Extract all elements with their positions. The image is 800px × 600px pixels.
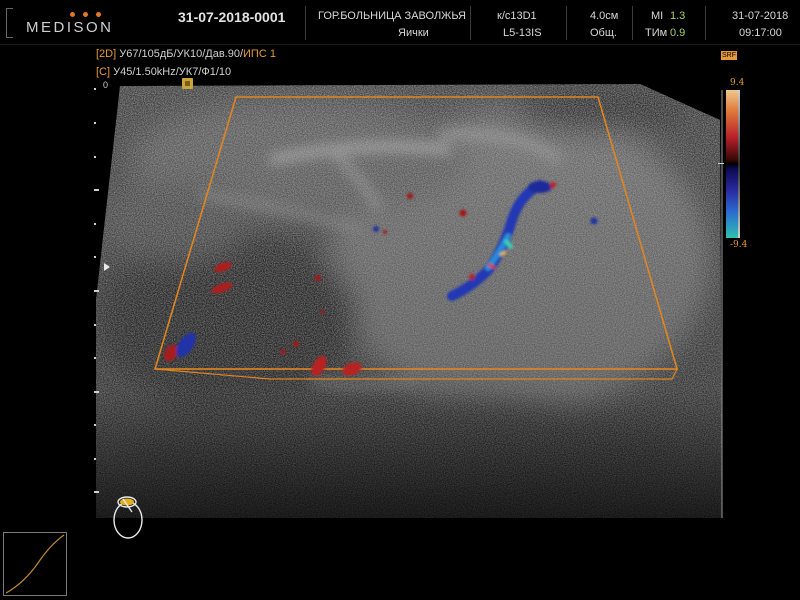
flow-spot-red: [550, 182, 556, 188]
ultrasound-screen: MEDISON 31-07-2018-0001 ГОР.БОЛЬНИЦА ЗАВ…: [0, 0, 800, 600]
color-velocity-scale: SRF 9.4 -9.4: [718, 50, 778, 250]
flow-spot-red: [407, 193, 413, 199]
depth-tick: [94, 223, 96, 225]
flow-spot-red: [293, 341, 299, 347]
body-marker-icon[interactable]: [106, 490, 152, 542]
depth-tick: [94, 324, 96, 326]
flow-spot-red: [459, 209, 467, 217]
depth-tick: [94, 290, 99, 292]
depth-tick: [94, 156, 96, 158]
flow-spot-red: [469, 274, 475, 280]
color-scale-bar: [726, 90, 738, 238]
depth-scale: [92, 80, 102, 520]
gray-map-curve-icon[interactable]: [3, 532, 67, 596]
flow-spot-red: [315, 275, 321, 281]
orientation-marker-icon: [182, 78, 193, 89]
depth-tick: [94, 256, 96, 258]
depth-tick: [94, 391, 99, 393]
b-mode-image: [96, 84, 722, 518]
color-scale-baseline: [718, 163, 724, 164]
depth-tick: [94, 88, 96, 90]
flow-spot-blue: [373, 226, 379, 232]
flow-spot-blue: [590, 217, 598, 225]
depth-tick: [94, 189, 99, 191]
depth-tick: [94, 491, 99, 493]
focus-arrow-icon[interactable]: [104, 263, 110, 271]
vessel-tip: [528, 181, 552, 193]
depth-tick: [94, 357, 96, 359]
depth-attenuation: [96, 84, 722, 518]
depth-tick: [94, 122, 96, 124]
flow-spot-red: [320, 310, 324, 314]
color-scale-max: 9.4: [730, 78, 745, 88]
srf-badge: SRF: [721, 51, 737, 60]
depth-tick: [94, 424, 96, 426]
depth-tick: [94, 458, 96, 460]
flow-spot-red: [280, 349, 286, 355]
flow-spot-red: [383, 230, 387, 234]
color-scale-variance: [738, 90, 740, 238]
depth-zero-label: 0: [103, 80, 109, 90]
color-scale-min: -9.4: [730, 240, 748, 250]
